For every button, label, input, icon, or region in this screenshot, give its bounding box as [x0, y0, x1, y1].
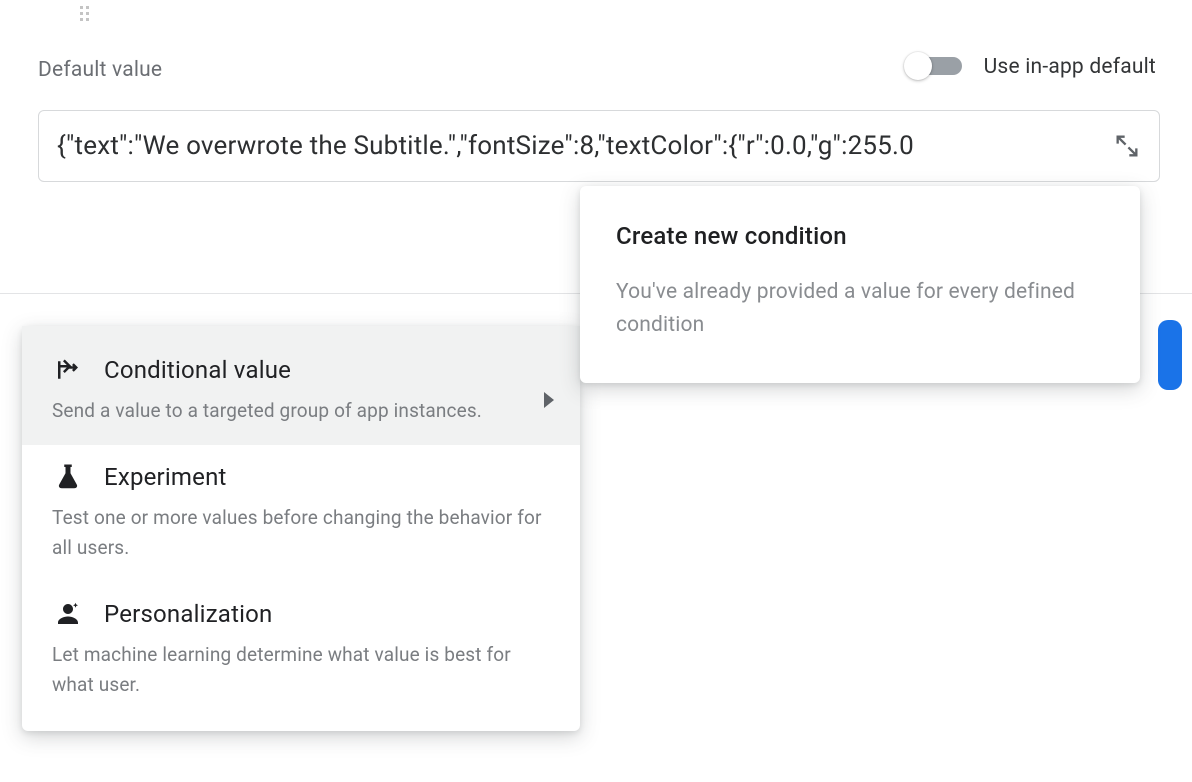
menu-item-desc: Let machine learning determine what valu… [52, 640, 550, 699]
tooltip-title: Create new condition [616, 222, 1104, 250]
menu-item-experiment[interactable]: Experiment Test one or more values befor… [22, 445, 580, 582]
menu-item-desc: Send a value to a targeted group of app … [52, 396, 550, 425]
default-value-input[interactable] [57, 131, 1103, 161]
menu-item-personalization[interactable]: Personalization Let machine learning det… [22, 582, 580, 719]
use-in-app-default-toggle[interactable] [904, 52, 968, 82]
expand-icon[interactable] [1113, 132, 1141, 160]
use-in-app-default-label: Use in-app default [984, 55, 1156, 79]
menu-item-title: Conditional value [104, 356, 291, 384]
default-value-label: Default value [38, 58, 162, 82]
default-value-input-wrap [38, 110, 1160, 182]
primary-action-peek[interactable] [1158, 320, 1182, 390]
chevron-right-icon [544, 392, 554, 408]
menu-item-desc: Test one or more values before changing … [52, 503, 550, 562]
personalization-icon [52, 598, 84, 630]
add-value-menu: Conditional value Send a value to a targ… [22, 326, 580, 731]
create-condition-tooltip: Create new condition You've already prov… [580, 186, 1140, 383]
menu-item-title: Experiment [104, 463, 227, 491]
experiment-icon [52, 461, 84, 493]
menu-item-title: Personalization [104, 600, 273, 628]
drag-handle[interactable] [80, 6, 89, 21]
tooltip-body: You've already provided a value for ever… [616, 276, 1104, 341]
conditional-value-icon [52, 354, 84, 386]
menu-item-conditional-value[interactable]: Conditional value Send a value to a targ… [22, 326, 580, 445]
